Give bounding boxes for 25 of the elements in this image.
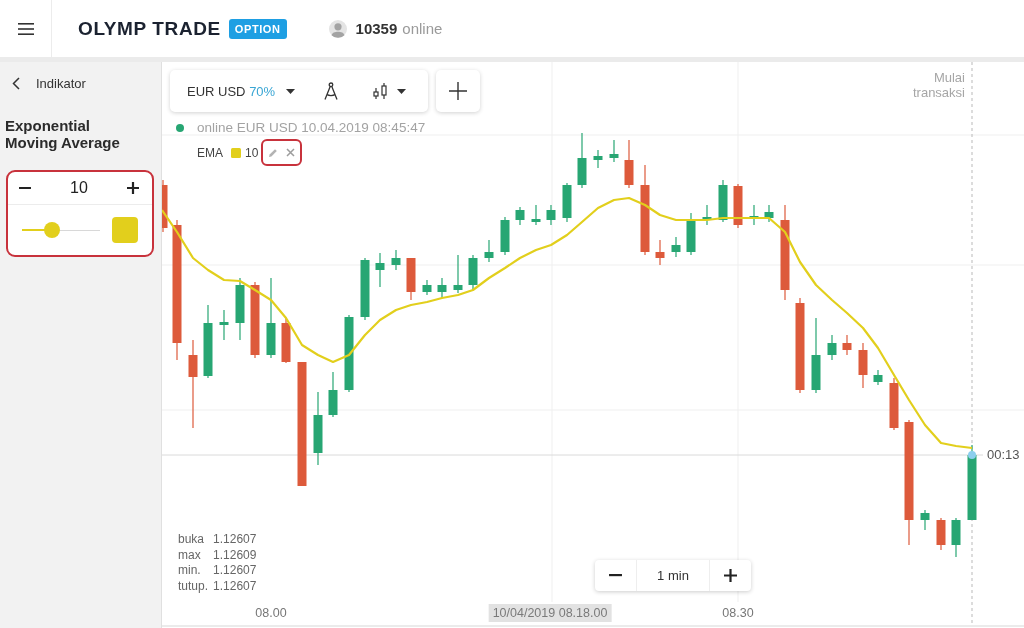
crosshair-time-label: 10/04/2019 08.18.00	[488, 604, 612, 622]
plus-icon	[127, 182, 139, 194]
minus-icon	[19, 186, 31, 190]
color-swatch-icon[interactable]	[112, 217, 138, 243]
countdown-timer: 00:13	[987, 446, 1020, 464]
period-value: 10	[70, 179, 88, 197]
time-axis-label: 08.30	[721, 605, 755, 622]
slider-thumb[interactable]	[43, 222, 60, 238]
brand-logo[interactable]: OLYMP TRADE	[78, 17, 221, 40]
online-count: 10359	[355, 20, 398, 37]
online-label: online	[402, 20, 443, 37]
ohlc-value: 1.12607	[213, 563, 257, 580]
ohlc-label: min.	[178, 563, 202, 580]
connection-status: online EUR USD 10.04.2019 08:45:47	[197, 120, 426, 136]
timeframe-value: 1 min	[636, 560, 710, 591]
indicator-title: Exponential Moving Average	[5, 117, 121, 151]
ohlc-label: tutup.	[178, 579, 209, 595]
time-axis-label: 08.00	[254, 605, 288, 622]
back-button[interactable]: Indikator	[0, 73, 90, 93]
user-icon	[328, 19, 347, 38]
menu-icon	[17, 22, 34, 35]
chevron-left-icon	[12, 76, 20, 90]
trade-start-label: Mulai transaksi	[911, 70, 965, 100]
ohlc-value: 1.12607	[213, 579, 257, 595]
product-badge: OPTION	[228, 18, 287, 39]
